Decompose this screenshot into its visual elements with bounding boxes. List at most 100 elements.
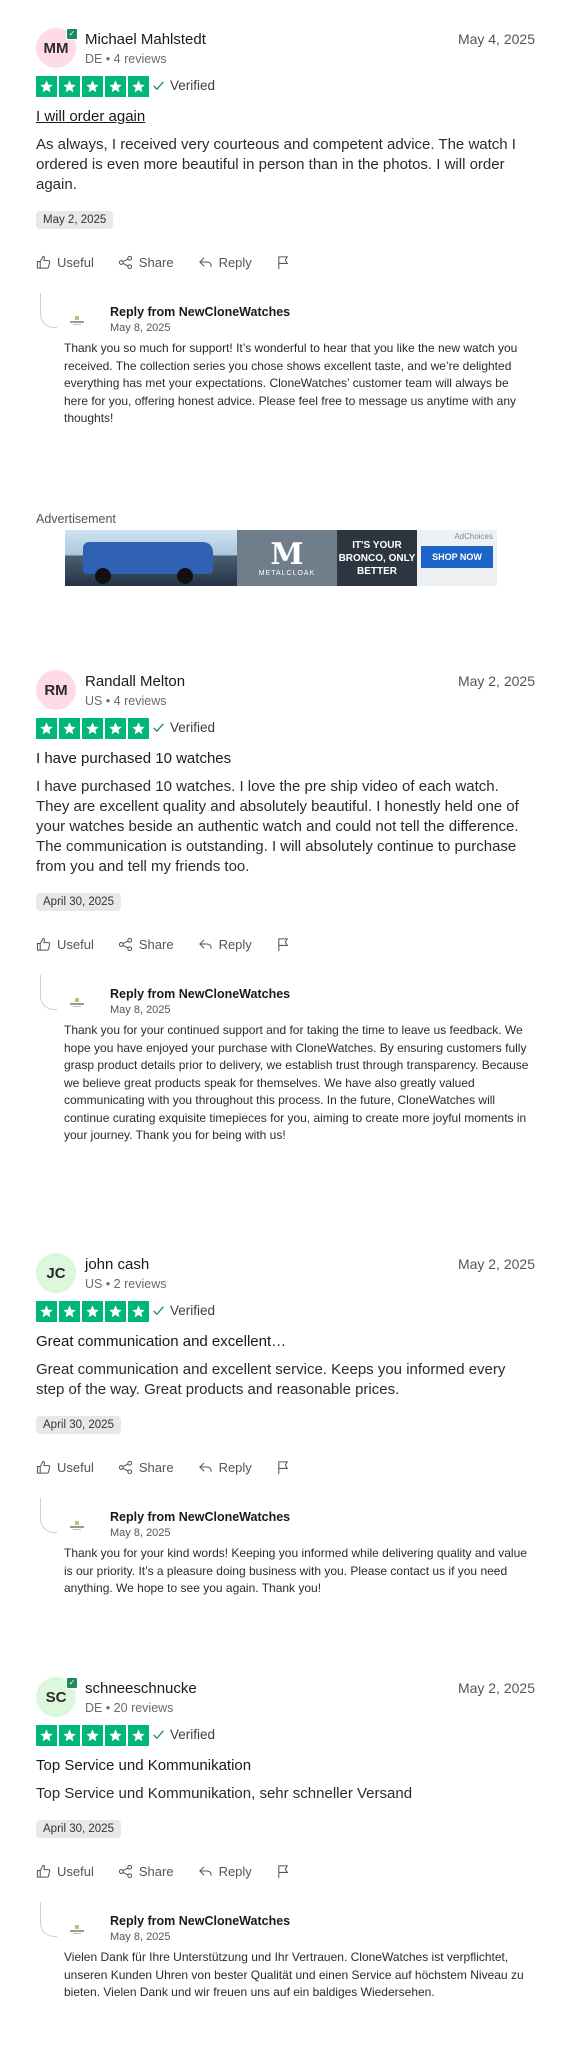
report-flag-button[interactable]: [276, 1460, 291, 1475]
review-title[interactable]: Great communication and excellent…: [36, 1333, 535, 1350]
company-logo-icon: [70, 998, 84, 1007]
check-icon: [153, 1730, 164, 1740]
star-icon: [128, 1301, 149, 1322]
rating-row: Verified: [36, 1301, 535, 1323]
ad-logo-text: METALCLOAK: [258, 569, 316, 577]
review-card: SC ✓ schneeschnucke DE • 20 reviews May …: [36, 1677, 535, 2002]
reply-connector: [40, 1498, 57, 1533]
star-icon: [59, 1301, 80, 1322]
share-button[interactable]: Share: [118, 937, 174, 952]
share-icon: [118, 1864, 132, 1878]
reply-connector: [40, 1902, 57, 1937]
star-icon: [105, 76, 126, 97]
share-button[interactable]: Share: [118, 1864, 174, 1879]
useful-button[interactable]: Useful: [36, 1864, 94, 1879]
reply-icon: [198, 256, 212, 267]
ad-choices-panel: AdChoices SHOP NOW: [417, 530, 497, 586]
reply-author: Reply from NewCloneWatches: [110, 1914, 291, 1928]
useful-button[interactable]: Useful: [36, 937, 94, 952]
report-flag-button[interactable]: [276, 1864, 291, 1879]
ad-truck-image[interactable]: [65, 530, 237, 586]
verified-label: Verified: [152, 720, 215, 735]
reply-author: Reply from NewCloneWatches: [110, 987, 291, 1001]
share-label: Share: [138, 936, 174, 952]
reply-label: Reply: [218, 254, 252, 270]
reviewer-name[interactable]: Randall Melton: [85, 673, 185, 690]
rating-row: Verified: [36, 718, 535, 740]
review-title[interactable]: I have purchased 10 watches: [36, 750, 535, 767]
report-flag-button[interactable]: [276, 937, 291, 952]
review-title[interactable]: Top Service und Kommunikation: [36, 1757, 535, 1774]
reviewer-meta: DE • 20 reviews: [85, 1701, 174, 1715]
ad-headline[interactable]: IT'S YOUR BRONCO, ONLY BETTER: [337, 530, 417, 586]
review-header: MM ✓ Michael Mahlstedt DE • 4 reviews Ma…: [36, 28, 535, 74]
reviewer-name[interactable]: john cash: [85, 1256, 149, 1273]
star-icon: [59, 76, 80, 97]
star-icon: [105, 1725, 126, 1746]
reply-button[interactable]: Reply: [198, 1460, 252, 1475]
reply-icon: [198, 1865, 212, 1876]
ad-brand-logo[interactable]: M METALCLOAK: [237, 530, 337, 586]
star-icon: [36, 718, 57, 739]
reply-text: Thank you for your continued support and…: [64, 1023, 529, 1142]
rating-row: Verified: [36, 1725, 535, 1747]
star-icon: [36, 1725, 57, 1746]
review-actions: Useful Share Reply: [36, 1458, 535, 1476]
reviewer-name[interactable]: Michael Mahlstedt: [85, 31, 206, 48]
check-icon: [153, 723, 164, 733]
useful-button[interactable]: Useful: [36, 255, 94, 270]
company-reply: Reply from NewCloneWatches May 8, 2025 T…: [40, 1498, 535, 1598]
adchoices-link[interactable]: AdChoices: [454, 532, 493, 541]
review-body: As always, I received very courteous and…: [36, 136, 516, 193]
star-rating: [36, 718, 149, 739]
share-button[interactable]: Share: [118, 1460, 174, 1475]
review-body: I have purchased 10 watches. I love the …: [36, 778, 519, 875]
reply-button[interactable]: Reply: [198, 1864, 252, 1879]
avatar[interactable]: JC: [36, 1253, 76, 1293]
review-date: May 4, 2025: [457, 31, 535, 47]
review-header: JC john cash US • 2 reviews May 2, 2025: [36, 1253, 535, 1299]
star-icon: [82, 1725, 103, 1746]
experience-date-badge: April 30, 2025: [36, 893, 121, 911]
advertisement-banner[interactable]: M METALCLOAK IT'S YOUR BRONCO, ONLY BETT…: [65, 530, 497, 586]
company-reply: Reply from NewCloneWatches May 8, 2025 T…: [40, 293, 535, 428]
shop-now-button[interactable]: SHOP NOW: [421, 546, 493, 568]
verified-user-badge-icon: ✓: [66, 28, 78, 40]
company-logo-icon: [70, 316, 84, 325]
useful-button[interactable]: Useful: [36, 1460, 94, 1475]
check-icon: [153, 1306, 164, 1316]
reply-button[interactable]: Reply: [198, 255, 252, 270]
share-icon: [118, 1460, 132, 1474]
report-flag-button[interactable]: [276, 255, 291, 270]
flag-icon: [278, 1460, 288, 1474]
rating-row: Verified: [36, 76, 535, 98]
reviewer-name[interactable]: schneeschnucke: [85, 1680, 197, 1697]
reply-icon: [198, 1461, 212, 1472]
reply-text: Thank you so much for support! It’s wond…: [64, 341, 518, 425]
share-icon: [118, 937, 132, 951]
verified-user-badge-icon: ✓: [66, 1677, 78, 1689]
reply-author: Reply from NewCloneWatches: [110, 305, 291, 319]
verified-text: Verified: [170, 1303, 216, 1318]
company-logo-icon: [70, 1521, 84, 1530]
star-icon: [128, 718, 149, 739]
share-icon: [118, 255, 132, 269]
star-icon: [36, 1301, 57, 1322]
reply-date: May 8, 2025: [110, 322, 171, 334]
verified-text: Verified: [170, 1727, 216, 1742]
star-icon: [128, 76, 149, 97]
share-label: Share: [138, 254, 174, 270]
star-icon: [59, 1725, 80, 1746]
reply-button[interactable]: Reply: [198, 937, 252, 952]
advertisement-label: Advertisement: [36, 512, 116, 526]
avatar[interactable]: RM: [36, 670, 76, 710]
star-icon: [105, 718, 126, 739]
review-card: RM Randall Melton US • 4 reviews May 2, …: [36, 670, 535, 1145]
review-title[interactable]: I will order again: [36, 108, 535, 125]
verified-text: Verified: [170, 78, 216, 93]
reply-label: Reply: [218, 1863, 252, 1879]
ad-logo-mark: M: [270, 536, 304, 572]
useful-label: Useful: [57, 1863, 94, 1879]
verified-label: Verified: [152, 1303, 215, 1318]
share-button[interactable]: Share: [118, 255, 174, 270]
